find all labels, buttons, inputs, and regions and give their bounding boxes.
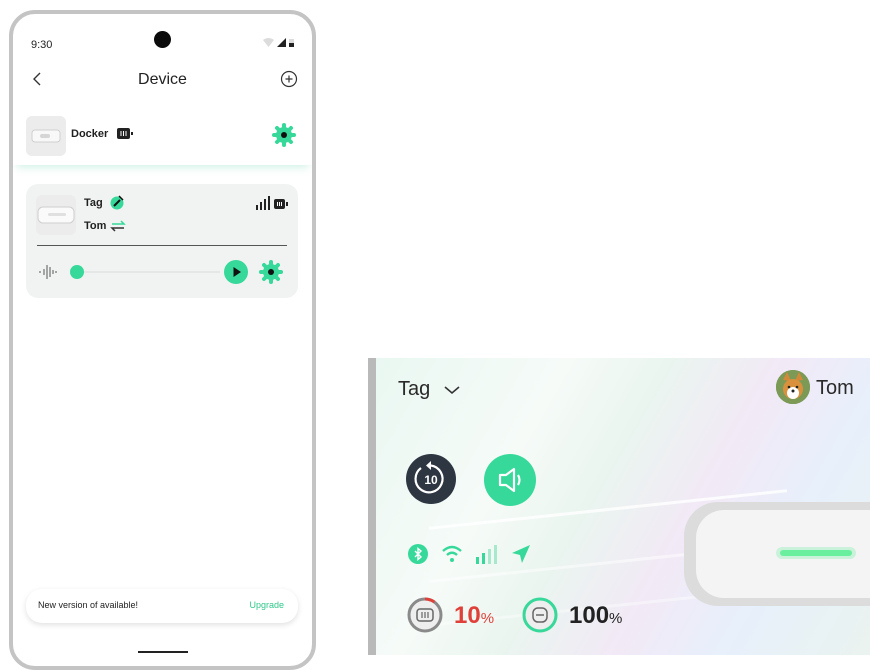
docker-thumbnail xyxy=(26,116,66,156)
cell-signal-icon xyxy=(277,38,286,47)
playback-progress-track[interactable] xyxy=(72,271,220,273)
playback-progress-knob[interactable] xyxy=(70,265,84,279)
add-device-icon[interactable] xyxy=(280,70,298,88)
bluetooth-icon xyxy=(408,544,428,564)
camera-cutout xyxy=(154,31,171,48)
dog-avatar-icon xyxy=(776,370,810,404)
tag-battery-icon xyxy=(274,199,288,209)
wifi-icon xyxy=(442,545,462,562)
tag-device-image xyxy=(684,502,870,606)
phone-screen: 9:30 Device Docker Tag Tom New version o… xyxy=(9,10,316,670)
upgrade-button[interactable]: Upgrade xyxy=(249,600,284,610)
connectivity-row xyxy=(408,544,531,564)
app-bar: Device xyxy=(13,66,312,94)
battery-status-icon xyxy=(289,39,294,47)
tag-name: Tag xyxy=(84,197,103,209)
wifi-icon xyxy=(263,38,274,47)
cell-signal-icon xyxy=(476,545,497,564)
docker-image-icon xyxy=(31,129,61,143)
docker-settings-gear-icon[interactable] xyxy=(272,123,296,147)
status-bar: 9:30 xyxy=(13,14,312,62)
tag-settings-gear-icon[interactable] xyxy=(259,260,283,284)
update-banner: New version of available! Upgrade xyxy=(26,589,298,623)
tag-battery-ring-icon xyxy=(407,597,443,633)
speaker-icon[interactable] xyxy=(484,454,536,506)
page-title: Device xyxy=(138,71,187,88)
user-name: Tom xyxy=(816,377,854,399)
chevron-down-icon[interactable] xyxy=(443,382,461,398)
docker-name: Docker xyxy=(71,128,109,140)
status-time: 9:30 xyxy=(31,39,53,51)
replay-label: 10 xyxy=(424,473,438,487)
device-selector[interactable]: Tag xyxy=(398,378,430,401)
docker-device-card[interactable]: Docker xyxy=(13,107,312,165)
replay-10-icon[interactable]: 10 xyxy=(406,454,456,504)
status-icons xyxy=(263,38,294,47)
tag-battery-percent: 10% xyxy=(454,602,495,629)
edit-pencil-icon[interactable] xyxy=(109,194,125,210)
device-detail-view: Tag Tom 10 10% 100% xyxy=(368,358,870,655)
battery-icon xyxy=(117,128,133,139)
owner-name: Tom xyxy=(84,220,107,232)
location-arrow-icon xyxy=(512,545,530,563)
dock-battery-percent: 100% xyxy=(569,602,623,629)
tag-image-icon xyxy=(37,206,75,224)
home-indicator[interactable] xyxy=(138,651,188,653)
tag-device-card[interactable]: Tag Tom xyxy=(26,184,298,298)
swap-arrows-icon[interactable] xyxy=(110,218,126,234)
audio-wave-icon xyxy=(39,265,57,279)
avatar[interactable] xyxy=(776,370,810,404)
signal-bars-icon xyxy=(256,196,270,210)
card-divider xyxy=(37,245,287,246)
dock-battery-ring-icon xyxy=(522,597,558,633)
update-message: New version of available! xyxy=(38,600,139,610)
play-icon[interactable] xyxy=(224,260,248,284)
view-edge xyxy=(368,358,376,655)
tag-thumbnail xyxy=(36,195,76,235)
